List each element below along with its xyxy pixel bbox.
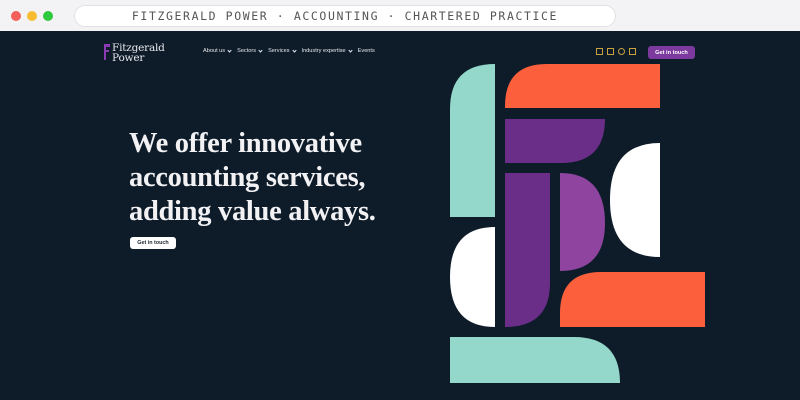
mint-tall-pill-shape bbox=[450, 64, 495, 217]
maximize-window-icon[interactable] bbox=[43, 11, 53, 21]
white-half-circle-left bbox=[450, 227, 495, 327]
decorative-geometric-shapes bbox=[450, 64, 705, 383]
website-viewport: Fitzgerald Power About us Sectors Servic… bbox=[0, 31, 800, 400]
orange-bottom-rounded-bar bbox=[560, 272, 705, 327]
minimize-window-icon[interactable] bbox=[27, 11, 37, 21]
mint-bottom-rounded-bar bbox=[450, 337, 620, 383]
address-bar[interactable]: FITZGERALD POWER · ACCOUNTING · CHARTERE… bbox=[74, 5, 616, 27]
white-half-circle-right bbox=[610, 143, 660, 257]
orange-top-rounded-bar bbox=[505, 64, 660, 108]
purple-quarter-top bbox=[505, 119, 605, 163]
close-window-icon[interactable] bbox=[11, 11, 21, 21]
purple-tall-arch bbox=[505, 173, 550, 327]
browser-chrome: FITZGERALD POWER · ACCOUNTING · CHARTERE… bbox=[0, 0, 800, 31]
purple-half-circle bbox=[560, 173, 605, 271]
